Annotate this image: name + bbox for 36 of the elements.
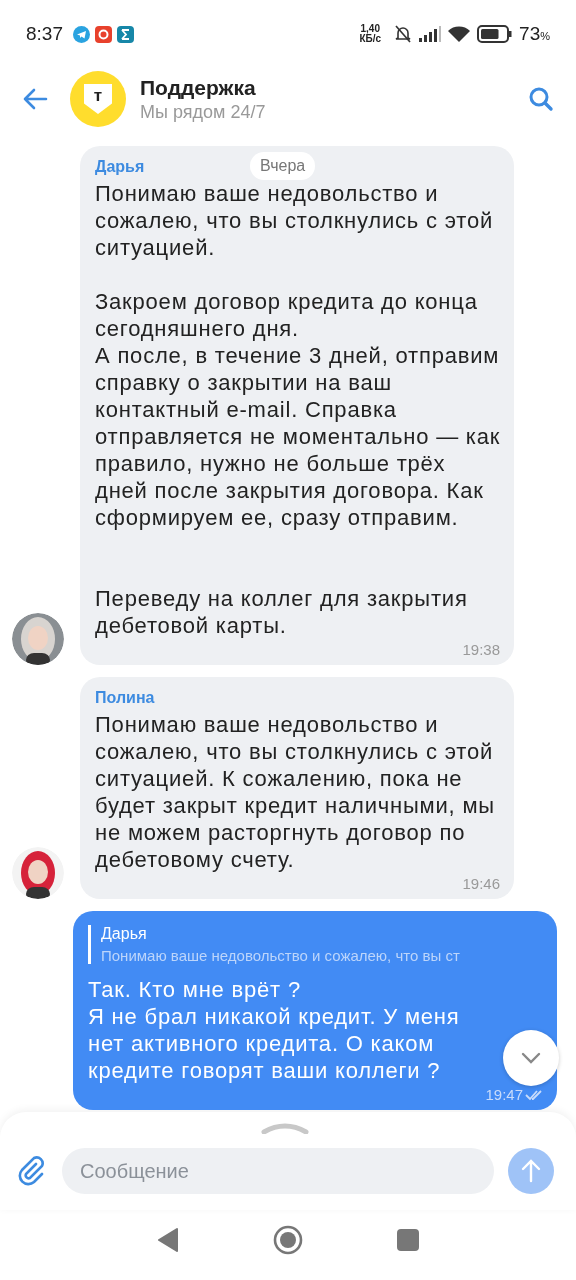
send-button[interactable] [508, 1148, 554, 1194]
message-time: 19:46 [462, 876, 500, 892]
reply-quote[interactable]: Дарья Понимаю ваше недовольство и сожалею, что вы ст [88, 925, 500, 964]
signal-icon [419, 26, 442, 42]
message-text: Понимаю ваше недовольство и сожалею, что вы столкнулись с этой ситуацией. К сожалению, пока не будет закрыт кредит наличными, мы не можем расторгнуть договор по дебетовому счету. [95, 711, 496, 873]
chevron-down-icon [521, 1052, 541, 1064]
chat-subtitle: Мы рядом 24/7 [140, 101, 267, 123]
double-check-icon [525, 1089, 543, 1101]
sender-name: Полина [95, 689, 155, 707]
sender-name: Дарья [95, 158, 145, 176]
bank-logo: т [70, 71, 126, 127]
up-arrow-icon [521, 1159, 541, 1183]
sheet-handle-icon[interactable] [261, 1122, 309, 1134]
message-time: 19:47 [485, 1087, 523, 1103]
recents-square-icon[interactable] [397, 1229, 419, 1251]
network-speed: 1,40 КБ/с [359, 24, 382, 44]
back-triangle-icon[interactable] [157, 1228, 179, 1252]
muted-bell-icon [393, 24, 414, 44]
quote-text: Понимаю ваше недовольство и сожалею, что вы ст [101, 947, 461, 964]
clock-time: 8:37 [26, 23, 63, 45]
wifi-icon [447, 25, 472, 43]
battery-percent: 73% [519, 23, 550, 45]
battery-icon [477, 25, 514, 43]
date-chip: Вчера [250, 152, 316, 180]
message-input-field[interactable]: Сообщение [62, 1148, 494, 1194]
app-icon [117, 25, 134, 43]
home-circle-icon[interactable] [273, 1225, 303, 1255]
message-text: Понимаю ваше недовольство и сожалею, что вы столкнулись с этой ситуацией. Закроем договор кредита до конца сегодняшнего дня. А после, в течение 3 дней, отправим справку о закрытии на ваш контактный e-mail. Справка отправляется не моментально — как правило, нужно не больше трёх дней после закрытия договора. Как сформируем ее, сразу отправим. Переведу на коллег для закрытия дебетовой карты. [95, 180, 502, 639]
search-icon[interactable] [528, 86, 554, 112]
back-arrow-icon[interactable] [22, 88, 48, 110]
message-time: 19:38 [462, 642, 500, 658]
app-icon [95, 25, 112, 43]
quote-sender: Дарья [101, 925, 148, 943]
chat-title: Поддержка [140, 75, 257, 100]
message-text: Так. Кто мне врёт ? Я не брал никакой кредит. У меня нет активного кредита. О каком кредите говорят ваши коллеги ? [88, 976, 461, 1084]
paper-plane-icon [73, 25, 90, 43]
